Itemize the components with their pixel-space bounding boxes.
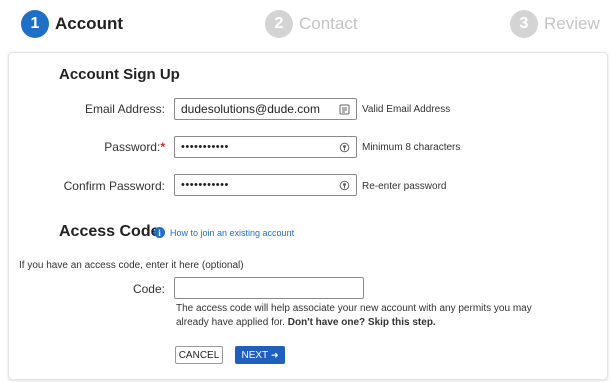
email-hint: Valid Email Address xyxy=(362,104,451,115)
password-value: ••••••••••• xyxy=(181,141,229,153)
step-number: 3 xyxy=(510,10,538,38)
key-icon xyxy=(339,142,350,153)
confirm-password-field[interactable]: ••••••••••• xyxy=(174,174,357,196)
step-review[interactable]: 3 Review xyxy=(510,10,600,38)
step-contact[interactable]: 2 Contact xyxy=(265,10,358,38)
step-label: Review xyxy=(544,14,600,33)
password-hint: Minimum 8 characters xyxy=(362,142,461,153)
note-bold-text: Don't have one? Skip this step. xyxy=(287,317,436,328)
step-number: 1 xyxy=(21,10,49,38)
contact-card-icon xyxy=(339,104,350,115)
key-icon xyxy=(339,180,350,191)
password-field[interactable]: ••••••••••• xyxy=(174,136,357,158)
required-marker: * xyxy=(160,140,165,154)
info-icon[interactable]: i xyxy=(154,227,165,238)
step-label: Contact xyxy=(299,14,358,33)
email-label: Email Address: xyxy=(84,102,165,116)
step-label: Account xyxy=(55,14,123,33)
next-label: NEXT xyxy=(241,349,269,361)
signup-title: Account Sign Up xyxy=(59,66,180,83)
access-code-input[interactable] xyxy=(174,277,364,299)
signup-card: Account Sign Up Email Address: dudesolut… xyxy=(8,52,608,380)
email-field[interactable]: dudesolutions@dude.com xyxy=(174,98,357,120)
confirm-password-value: ••••••••••• xyxy=(181,179,229,191)
join-account-link[interactable]: How to join an existing account xyxy=(170,228,294,238)
cancel-button[interactable]: CANCEL xyxy=(175,346,223,364)
code-label: Code: xyxy=(132,282,165,296)
step-account[interactable]: 1 Account xyxy=(21,10,123,38)
email-value: dudesolutions@dude.com xyxy=(181,102,320,116)
confirm-password-hint: Re-enter password xyxy=(362,181,447,192)
access-code-title: Access Code xyxy=(59,223,160,240)
next-button[interactable]: NEXT ➜ xyxy=(235,346,285,364)
access-code-intro: If you have an access code, enter it her… xyxy=(19,260,244,271)
access-code-note: The access code will help associate your… xyxy=(176,302,566,330)
confirm-password-label: Confirm Password: xyxy=(63,179,165,193)
password-label-text: Password: xyxy=(104,140,161,154)
arrow-right-icon: ➜ xyxy=(270,349,279,360)
step-number: 2 xyxy=(265,10,293,38)
password-label: Password:* xyxy=(49,140,165,154)
